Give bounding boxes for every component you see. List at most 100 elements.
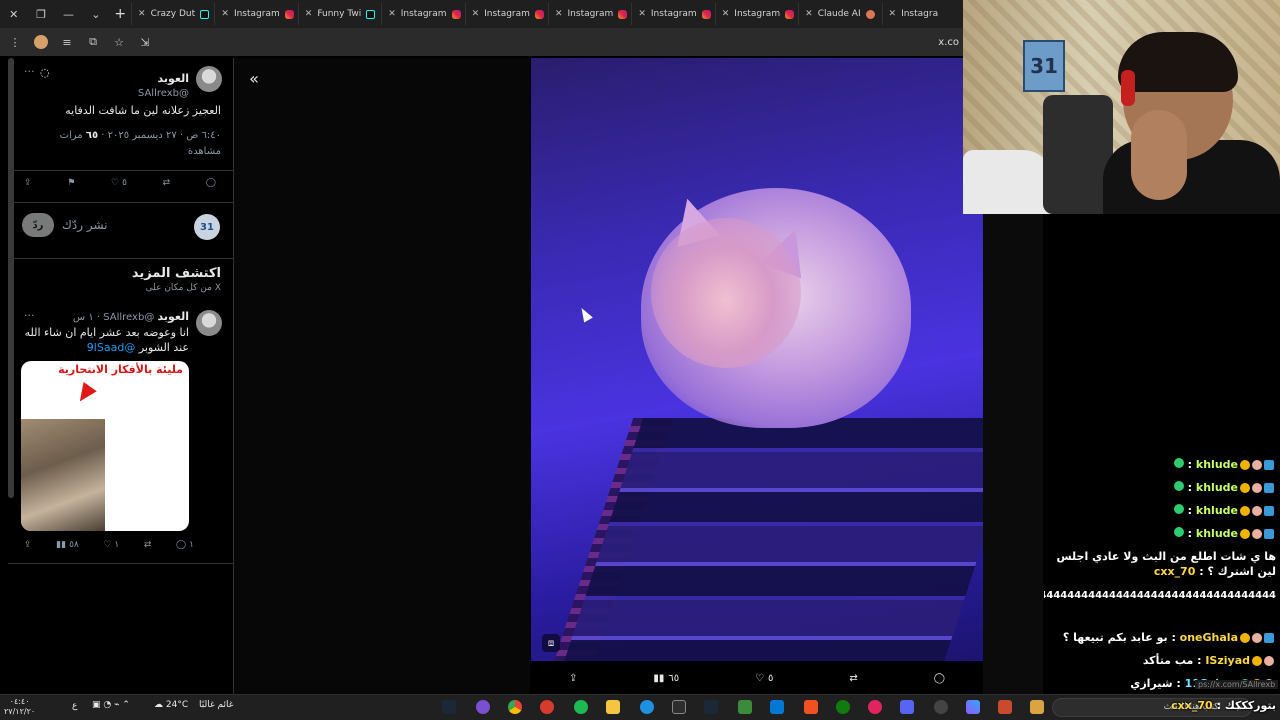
retweet-icon[interactable]: ⇄ [163, 178, 171, 188]
author-name[interactable]: العوبد [158, 310, 190, 323]
temperature: 24°C [165, 700, 189, 710]
cat-photo[interactable] [531, 58, 983, 661]
views-button[interactable]: ▮▮ ٥٨ [56, 540, 79, 550]
more-options-icon[interactable]: ··· [24, 309, 35, 322]
avatar[interactable] [196, 310, 222, 336]
system-tray-icons[interactable]: ▣ ◔ ⌁ ⌃ [92, 700, 130, 710]
tab-label: Instagram [567, 9, 614, 19]
close-icon[interactable]: ✕ [388, 9, 396, 19]
chrome-icon[interactable] [508, 700, 522, 714]
like-button[interactable]: ♡ ١ [103, 540, 119, 550]
obs-icon[interactable] [540, 700, 554, 714]
close-icon[interactable]: ✕ [889, 9, 897, 19]
discord-icon[interactable] [900, 700, 914, 714]
share-icon[interactable]: ⇪ [24, 178, 32, 188]
copilot-icon[interactable] [966, 700, 980, 714]
weather-widget[interactable]: ☁ 24°C غائم غالبًا [154, 700, 233, 710]
like-button[interactable]: ♡ ٥ [111, 178, 127, 188]
minecraft-icon[interactable] [738, 700, 752, 714]
app-icon[interactable] [1030, 700, 1044, 714]
edge-icon[interactable] [640, 700, 654, 714]
reply-icon[interactable]: ◯ [206, 178, 216, 188]
settings-icon[interactable] [934, 700, 948, 714]
restore-icon[interactable]: ❐ [27, 0, 54, 28]
reply-icon[interactable]: ◯ [934, 673, 945, 684]
divider [8, 202, 234, 203]
terminal-icon[interactable] [672, 700, 686, 714]
tweet2-text: انا وعوضه بعد عشر ايام ان شاء الله عند ا… [19, 325, 189, 355]
share-icon[interactable]: ⇪ [569, 673, 577, 684]
window-menu-icon[interactable]: ✕ [0, 0, 27, 28]
image-info-icon[interactable]: ⧈ [542, 634, 560, 652]
url-field[interactable]: x.co [938, 37, 959, 48]
chat-message: khlude : [1173, 504, 1276, 517]
app-icon[interactable] [998, 700, 1012, 714]
avatar[interactable] [196, 66, 222, 92]
bookmark-icon[interactable]: ⚑ [67, 178, 75, 188]
file-explorer-icon[interactable] [606, 700, 620, 714]
close-icon[interactable]: ✕ [722, 9, 730, 19]
share-icon[interactable]: ⇪ [24, 540, 32, 550]
new-tab-button[interactable]: + [110, 6, 132, 22]
tab-5[interactable]: ✕ Instagram [547, 3, 631, 25]
office-icon[interactable] [804, 700, 818, 714]
tab-8[interactable]: ✕ Claude AI [798, 3, 881, 25]
collapse-icon[interactable]: « [242, 68, 266, 88]
tab-label: Crazy Dut [150, 9, 196, 19]
store-icon[interactable] [770, 700, 784, 714]
author-handle[interactable]: @SAllrexb [138, 81, 189, 100]
tweet-media[interactable]: مليئة بالأفكار الانتحارية [21, 361, 189, 531]
media-caption: مليئة بالأفكار الانتحارية [58, 363, 183, 376]
badge-icon [1240, 529, 1250, 539]
steam-icon[interactable] [704, 700, 718, 714]
app-icon[interactable] [868, 700, 882, 714]
reply-button[interactable]: ◯ ١ [176, 540, 194, 550]
reading-list-icon[interactable]: ≡ [58, 33, 76, 51]
more-options-icon[interactable]: ··· [24, 65, 35, 78]
user-avatar[interactable]: 31 [194, 214, 220, 240]
tab-1[interactable]: ✕ Instagram [214, 3, 297, 25]
close-icon[interactable]: ✕ [221, 9, 229, 19]
retweet-icon[interactable]: ⇄ [144, 540, 152, 550]
reply-input[interactable]: نشر ردّك [62, 218, 108, 232]
minimize-icon[interactable]: — [55, 0, 82, 28]
chat-message: ها ي شات اطلع من البث ولا عادي اجلس لين … [1056, 550, 1277, 578]
tab-0[interactable]: ✕ Crazy Dut [131, 3, 214, 25]
tab-6[interactable]: ✕ Instagram [631, 3, 714, 25]
like-button[interactable]: ♡ ٥ [755, 673, 773, 684]
retweet-icon[interactable]: ⇄ [849, 673, 857, 684]
close-icon[interactable]: ✕ [638, 9, 646, 19]
author-handle[interactable]: @SAllrexb [103, 312, 154, 323]
tab-2[interactable]: ✕ Funny Twi [297, 3, 381, 25]
tab-7[interactable]: ✕ Instagram [714, 3, 798, 25]
steam-icon[interactable] [442, 700, 456, 714]
app-icon[interactable] [476, 700, 490, 714]
close-icon[interactable]: ✕ [805, 9, 813, 19]
bookmark-star-icon[interactable]: ☆ [110, 33, 128, 51]
discover-subtitle: X من كل مكان على [145, 283, 221, 293]
spotify-icon[interactable] [574, 700, 588, 714]
extensions-icon[interactable]: ⧉ [84, 33, 102, 51]
xbox-icon[interactable] [836, 700, 850, 714]
more-menu-icon[interactable]: ⋮ [6, 33, 24, 51]
profile-avatar[interactable] [32, 33, 50, 51]
grok-icon[interactable]: ◌ [40, 66, 50, 79]
close-icon[interactable]: ✕ [472, 9, 480, 19]
install-app-icon[interactable]: ⇲ [136, 33, 154, 51]
language-indicator[interactable]: ع [72, 701, 77, 711]
divider [8, 170, 234, 171]
reply-button[interactable]: ردّ [22, 213, 54, 237]
scrollbar[interactable] [8, 58, 14, 498]
close-icon[interactable]: ✕ [138, 9, 146, 19]
clock[interactable]: ٠٤:٤٠ ٢٧/١٢/٢٠ [4, 697, 35, 717]
tab-9[interactable]: ✕ Instagra [881, 3, 965, 25]
views-button[interactable]: ▮▮ ٦٥ [653, 673, 679, 684]
mention-link[interactable]: @9lSaad [87, 341, 136, 354]
tab-3[interactable]: ✕ Instagram [381, 3, 464, 25]
tab-4[interactable]: ✕ Instagram [464, 3, 548, 25]
reply-count: ١ [189, 540, 194, 550]
views-label-2: مشاهدة [187, 146, 221, 157]
tab-search-icon[interactable]: ⌄ [82, 0, 109, 28]
close-icon[interactable]: ✕ [305, 9, 313, 19]
close-icon[interactable]: ✕ [555, 9, 563, 19]
